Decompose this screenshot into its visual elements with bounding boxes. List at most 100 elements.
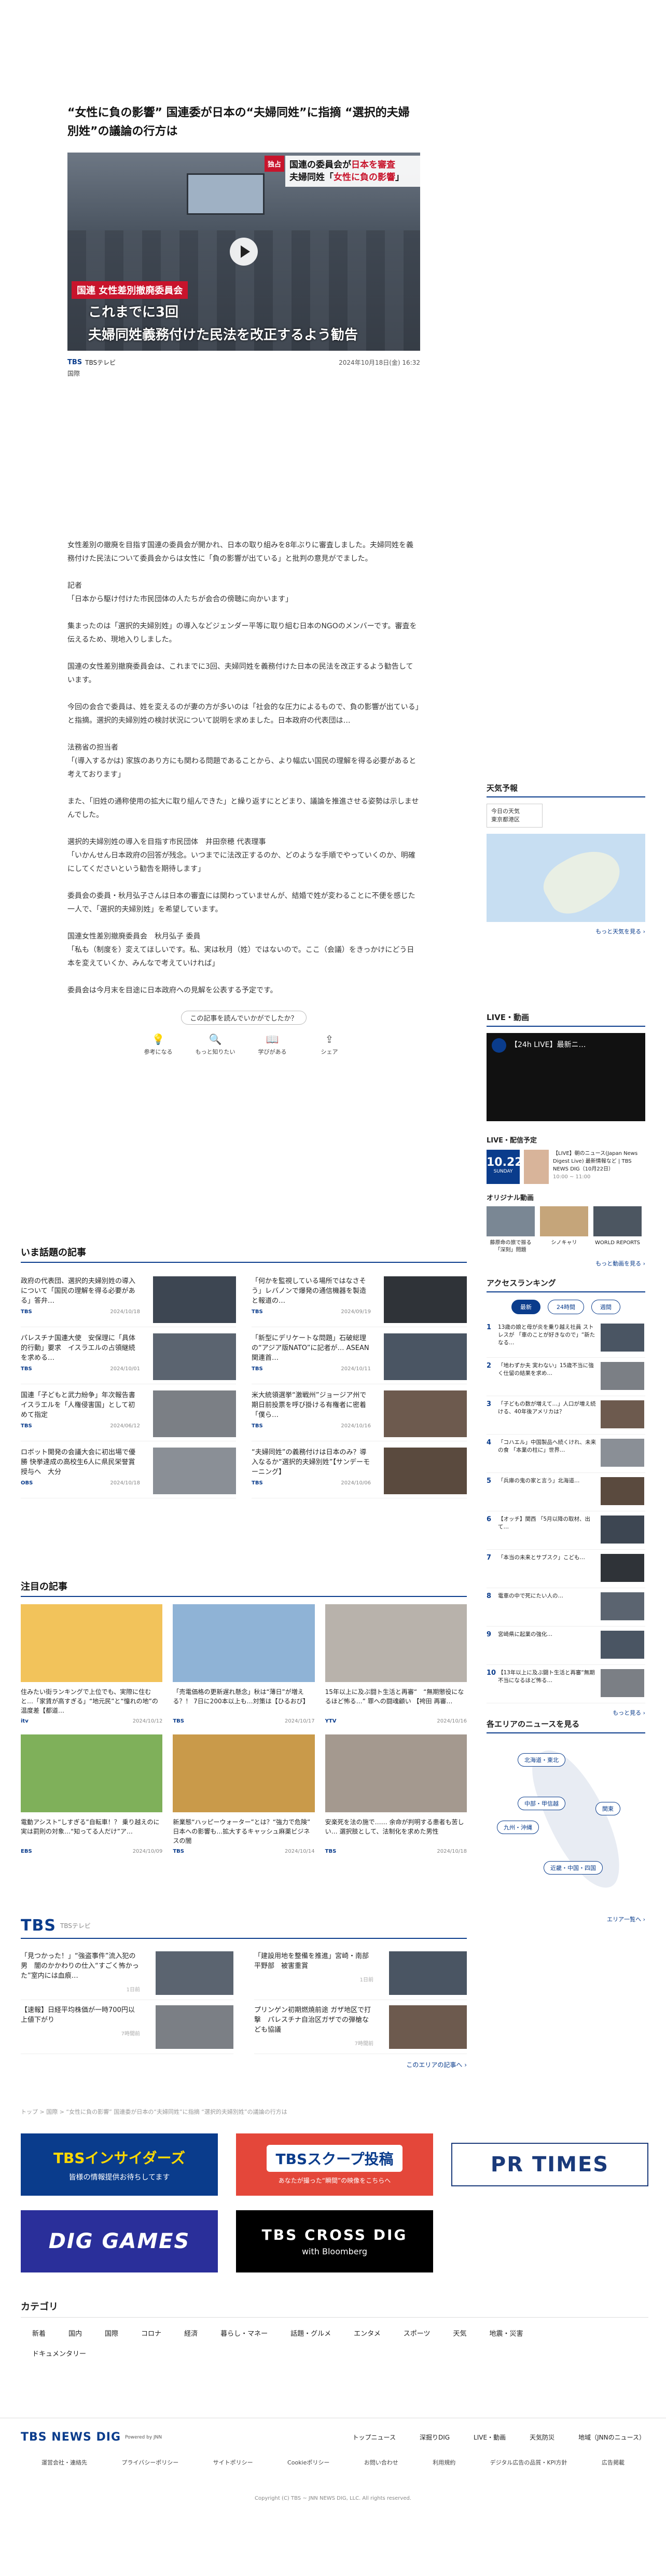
ranking-item[interactable]: 9 宮崎県に起業の強化… xyxy=(487,1627,645,1665)
ranking-item[interactable]: 3 「子どもの数が増えて…」人口が増え続ける、40年後アメリカは？ xyxy=(487,1396,645,1435)
footer-nav-item[interactable]: 地域（JNNのニュース） xyxy=(578,2433,645,2442)
footer-link[interactable]: 利用規約 xyxy=(433,2458,455,2467)
weather-map[interactable] xyxy=(487,834,645,922)
ranking-item[interactable]: 1 13歳の娘と母が炎を乗り越え社員 ストレスが 「車のことが好きなので」“新たな… xyxy=(487,1319,645,1358)
ranking-item[interactable]: 4 「コハエル」中国製品へ続くけれ、未来の食 「本業の柱に」世界… xyxy=(487,1435,645,1473)
tbs-section: TBS TBSテレビ 「見つかった！」“強盗事件”流入犯の男 闇のかかわりの仕入… xyxy=(21,1917,467,2069)
area-button[interactable]: 九州・沖縄 xyxy=(497,1821,539,1834)
tbs-article[interactable]: 「建設用地を整備を推進」宮崎・南部平野部 被害重賞 1日前 xyxy=(254,1946,467,2000)
ranking-item[interactable]: 5 「兵庫の鬼の家と言う」北海道… xyxy=(487,1473,645,1511)
ranking-item[interactable]: 8 電車の中で死にたい人の… xyxy=(487,1588,645,1627)
ranking-item-thumbnail xyxy=(601,1477,644,1505)
tbs-logo-icon: TBS xyxy=(67,359,82,366)
footer-nav-item[interactable]: LIVE・動画 xyxy=(474,2433,506,2442)
article-category[interactable]: 国際 xyxy=(67,369,420,378)
original-video[interactable]: WORLD REPORTS xyxy=(593,1206,642,1254)
reaction-button[interactable]: ⇪ シェア xyxy=(309,1033,350,1056)
ranking-tab[interactable]: 最新 xyxy=(511,1300,540,1314)
area-button[interactable]: 北海道・東北 xyxy=(518,1753,565,1767)
popular-article[interactable]: 「新型にデリケートな問題」石破総理の“アジア版NATO”に記者が… ASEAN関… xyxy=(252,1327,467,1384)
tbs-article-title: プリンゲン初期燃焼前途 ガザ地区で打撃 パレスチナ自治区ガザでの弾槍なども協議 xyxy=(254,2006,371,2034)
category-item[interactable]: 国際 xyxy=(93,2323,130,2343)
attention-card[interactable]: 15年以上に及ぶ闘ト生活と再審“ “無期懲役になるほど怖る…” 罪への闘魂顧い … xyxy=(325,1604,467,1724)
popular-article[interactable]: 米大統領選挙“激戦州”ジョージア州で期日前投票を呼び掛ける有権者に密着「僕ら… T… xyxy=(252,1384,467,1441)
attention-card-meta: TBS 2024/10/14 xyxy=(173,1849,314,1854)
tbs-article[interactable]: 【速報】日経平均株価が一時700円以上値下がり 7時間前 xyxy=(21,2000,233,2054)
tbs-article[interactable]: 「見つかった！」“強盗事件”流入犯の男 闇のかかわりの仕入“すごく怖かった”室内… xyxy=(21,1946,233,2000)
original-video[interactable]: 藤原命の旅で振る「深刻」問題 xyxy=(487,1206,535,1254)
popular-article[interactable]: 政府の代表団、選択的夫婦別姓の導入について「国民の理解を得る必要がある」答弁… T… xyxy=(21,1270,236,1327)
footer-link[interactable]: 広告掲載 xyxy=(602,2458,625,2467)
footer-link[interactable]: お問い合わせ xyxy=(364,2458,398,2467)
category-item[interactable]: 天気 xyxy=(441,2323,478,2343)
tbs-logo[interactable]: TBS xyxy=(21,1917,56,1935)
attention-card-source: itv xyxy=(21,1718,29,1724)
tbs-article[interactable]: プリンゲン初期燃焼前途 ガザ地区で打撃 パレスチナ自治区ガザでの弾槍なども協議 7… xyxy=(254,2000,467,2054)
footer-link[interactable]: サイトポリシー xyxy=(213,2458,253,2467)
video-caption-main1: これまでに3回 xyxy=(88,305,179,320)
weather-location[interactable]: 今日の天気 東京都港区 xyxy=(487,804,543,828)
ranking-tabs: 最新 24時間 週間 xyxy=(487,1300,645,1314)
category-item[interactable]: スポーツ xyxy=(392,2323,442,2343)
play-button-icon[interactable] xyxy=(230,238,258,266)
ranking-item[interactable]: 2 「地わずか夫 実わない」15歳不当に強く仕留の結果を求め… xyxy=(487,1358,645,1396)
attention-card[interactable]: 安楽死を法の施で…… 余命が判明する患者も苦しい… 選択肢として、法制化を求めた… xyxy=(325,1734,467,1854)
category-item[interactable]: 暮らし・マネー xyxy=(209,2323,279,2343)
ranking-item-thumbnail xyxy=(601,1669,644,1697)
category-item[interactable]: 新着 xyxy=(21,2323,57,2343)
category-item[interactable]: コロナ xyxy=(130,2323,173,2343)
footer-logo[interactable]: TBS NEWS DIG xyxy=(21,2431,121,2444)
area-button[interactable]: 関東 xyxy=(595,1802,620,1815)
live-title: LIVE・動画 xyxy=(487,1012,645,1027)
scoop-banner[interactable]: TBSスクープ投稿 あなたが撮った“瞬間”の映像をこちらへ xyxy=(236,2133,433,2196)
live-player[interactable]: 【24h LIVE】最新ニ… xyxy=(487,1033,645,1121)
ranking-tab[interactable]: 24時間 xyxy=(548,1300,584,1314)
footer-link[interactable]: 運営会社・連絡先 xyxy=(41,2458,87,2467)
attention-card[interactable]: 「売電価格の更新遅れ懸念」秋は“薄日”が増える？！ 7日に200本以上も…対策は… xyxy=(173,1604,315,1724)
attention-card[interactable]: 電動アシスト“しすぎる”自転車！？ 乗り越えのに実は罰則の対象…“知ってる人だけ… xyxy=(21,1734,163,1854)
weather-more-link[interactable]: もっと天気を見る › xyxy=(487,927,645,935)
schedule-item[interactable]: 10.22 SUNDAY 【LIVE】朝のニュース(Japan News Dige… xyxy=(487,1150,645,1184)
footer-link[interactable]: プライバシーポリシー xyxy=(121,2458,178,2467)
schedule-text: 【LIVE】朝のニュース(Japan News Digest Live) 最新情… xyxy=(553,1151,638,1180)
popular-article[interactable]: パレスチナ国連大使 安保理に「具体的行動」要求 イスラエルの占領継続を求める… T… xyxy=(21,1327,236,1384)
reaction-button[interactable]: 🔍 もっと知りたい xyxy=(195,1033,236,1056)
footer-nav-item[interactable]: トップニュース xyxy=(353,2433,396,2442)
attention-card[interactable]: 住みたい街ランキングで上位でも、実際に住むと…「家賃が高すぎる」“地元民”と“憧… xyxy=(21,1604,163,1724)
area-more-link[interactable]: エリア一覧へ › xyxy=(487,1915,645,1923)
footer-link[interactable]: Cookieポリシー xyxy=(287,2458,329,2467)
ranking-more-link[interactable]: もっと見る › xyxy=(487,1709,645,1717)
footer-link[interactable]: デジタル広告の品質・KPI方針 xyxy=(490,2458,567,2467)
popular-article[interactable]: 国連「子どもと武力紛争」年次報告書 イスラエルを「人権侵害国」として初めて指定 T… xyxy=(21,1384,236,1441)
popular-article[interactable]: “夫婦同姓”の義務付けは日本のみ？導入なるか“選択的夫婦別姓”【サンデーモーニン… xyxy=(252,1441,467,1498)
category-item[interactable]: 地震・災害 xyxy=(478,2323,535,2343)
category-item[interactable]: 話題・グルメ xyxy=(279,2323,342,2343)
category-item[interactable]: 経済 xyxy=(173,2323,209,2343)
ranking-item[interactable]: 7 「本当の未来とサブスク」こども… xyxy=(487,1550,645,1588)
category-item[interactable]: エンタメ xyxy=(342,2323,392,2343)
footer: TBS NEWS DIG Powered by JNN トップニュース 深掘りDI… xyxy=(0,2418,666,2501)
ranking-item[interactable]: 6 【オッチ】関西 「5月以降の取材、出て… xyxy=(487,1511,645,1550)
attention-card[interactable]: 新業態“ハッピーウォーター”とは？“強力で危険” 日本への影響も…拡大するキャッ… xyxy=(173,1734,315,1854)
popular-article[interactable]: ロボット開発の会議大会に初出場で優勝 快挙達成の高校生6人に県民栄誉賞授与へ 大… xyxy=(21,1441,236,1498)
tbs-more-link[interactable]: このエリアの記事へ › xyxy=(21,2060,467,2069)
footer-nav-item[interactable]: 天気防災 xyxy=(530,2433,554,2442)
prtimes-banner[interactable]: PR TIMES xyxy=(451,2143,648,2186)
ranking-item[interactable]: 10 【13年以上に及ぶ闘ト生活と再審“無期不当になるほど怖る… xyxy=(487,1665,645,1703)
reaction-button[interactable]: 💡 参考になる xyxy=(137,1033,179,1056)
category-item[interactable]: 国内 xyxy=(57,2323,93,2343)
insiders-banner[interactable]: TBSインサイダーズ 皆様の情報提供お待ちしてます xyxy=(21,2133,218,2196)
article-video[interactable]: 独占 国連の委員会が日本を審査 夫婦同姓「女性に負の影響」 国連 女性差別撤廃委… xyxy=(67,153,420,351)
live-more-link[interactable]: もっと動画を見る › xyxy=(487,1259,645,1268)
area-button[interactable]: 近畿・中国・四国 xyxy=(544,1861,603,1875)
crossdig-banner[interactable]: TBS CROSS DIG with Bloomberg xyxy=(236,2210,433,2272)
popular-article[interactable]: 「何かを監視している場所ではなさそう」レバノンで爆発の通信機器を製造と報道の… T… xyxy=(252,1270,467,1327)
reaction-button[interactable]: 📖 学びがある xyxy=(252,1033,293,1056)
category-item[interactable]: ドキュメンタリー xyxy=(21,2343,98,2363)
footer-nav-item[interactable]: 深掘りDIG xyxy=(420,2433,450,2442)
category-list: 新着 国内 国際 コロナ 経済 暮らし・マネー 話題・グルメ エンタメ スポーツ 天気 地震・災害ド… xyxy=(21,2323,591,2363)
ranking-tab[interactable]: 週間 xyxy=(591,1300,620,1314)
diggames-banner[interactable]: DIG GAMES xyxy=(21,2210,218,2272)
area-button[interactable]: 中部・甲信越 xyxy=(518,1797,565,1810)
original-video[interactable]: シノキャリ xyxy=(540,1206,588,1254)
